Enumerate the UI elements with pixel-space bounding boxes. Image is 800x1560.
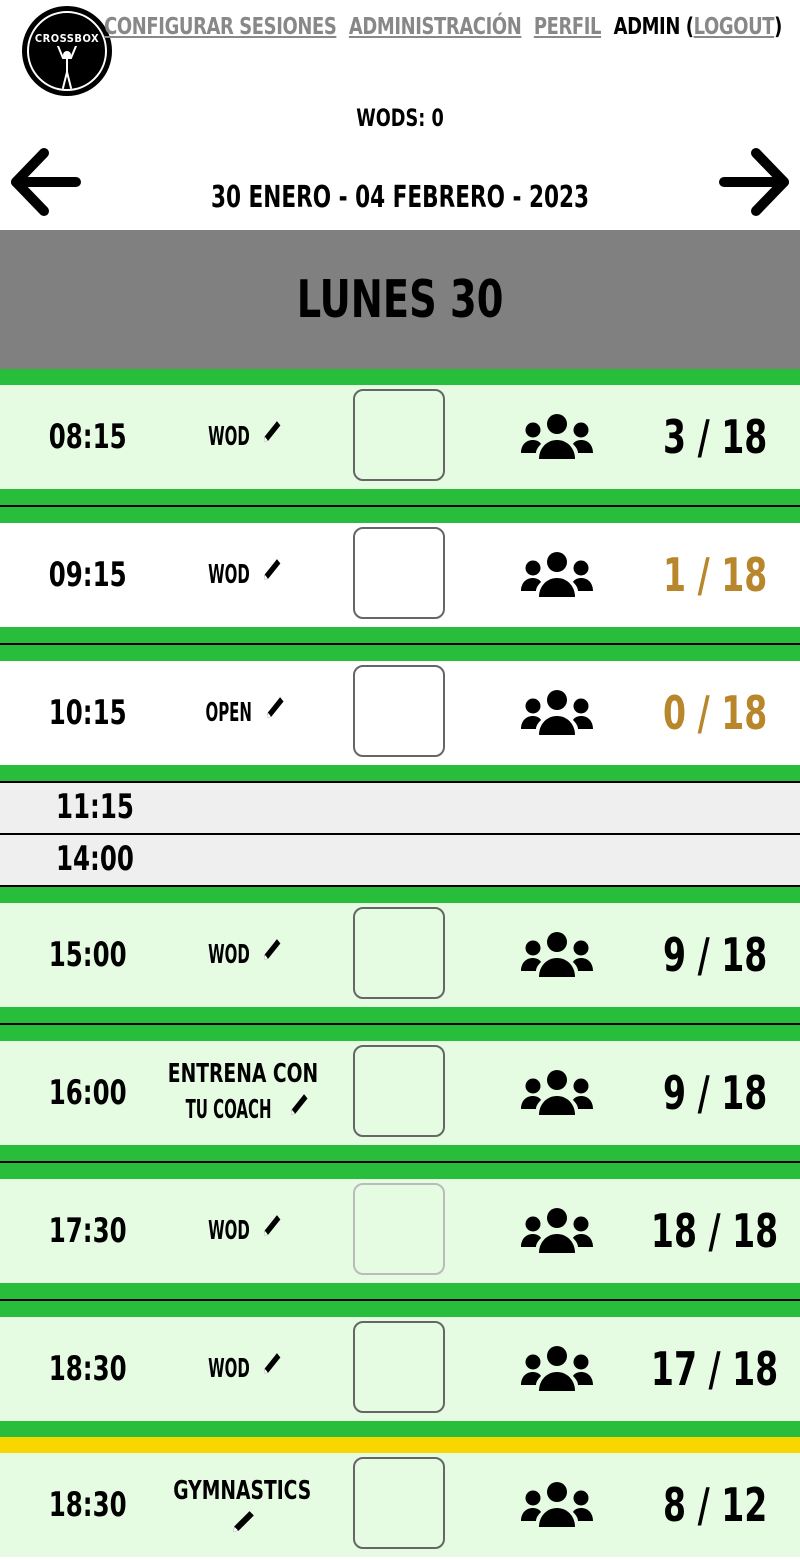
session-time: 09:15: [48, 555, 127, 595]
top-nav: CONFIGURAR SESIONES ADMINISTRACIÓN PERFI…: [104, 14, 782, 40]
session-time: 18:30: [48, 1485, 127, 1525]
nav-configurar-sesiones[interactable]: CONFIGURAR SESIONES: [104, 14, 337, 40]
empty-slot: 11:15: [0, 783, 800, 833]
pencil-icon[interactable]: [261, 419, 282, 445]
group-users-icon[interactable]: [520, 551, 594, 599]
arrow-left-icon[interactable]: [8, 146, 84, 218]
crossbox-logo[interactable]: CROSSBOX: [22, 6, 112, 96]
wods-counter: WODS: 0: [356, 104, 444, 132]
session-count: 9 / 18: [662, 928, 768, 982]
nav-perfil[interactable]: PERFIL: [534, 14, 602, 40]
user-info: ADMIN (LOGOUT): [613, 14, 783, 40]
empty-slot-time: 11:15: [56, 787, 134, 827]
session-row[interactable]: 17:30 WOD 18 / 18: [0, 1179, 800, 1283]
session-name: WOD: [207, 940, 250, 971]
pencil-icon[interactable]: [264, 695, 285, 721]
session-count: 18 / 18: [651, 1204, 779, 1258]
session-name-line2: TU COACH: [185, 1095, 272, 1125]
session-time: 10:15: [48, 693, 127, 733]
week-range: 30 ENERO - 04 FEBRERO - 2023: [210, 180, 590, 215]
session-checkbox[interactable]: [353, 1045, 445, 1137]
session-name: GYMNASTICS: [173, 1476, 312, 1507]
empty-slot: 14:00: [0, 835, 800, 885]
paren-close: ): [774, 14, 782, 40]
day-title: LUNES 30: [296, 269, 504, 330]
session-checkbox[interactable]: [353, 527, 445, 619]
group-users-icon[interactable]: [520, 1207, 594, 1255]
session-count: 1 / 18: [662, 548, 768, 602]
session-name-line1: ENTRENA CON: [167, 1059, 318, 1090]
header: CROSSBOX CONFIGURAR SESIONES ADMINISTRAC…: [0, 0, 800, 230]
session-name: OPEN: [205, 698, 253, 729]
logo-text: CROSSBOX: [34, 32, 100, 45]
pencil-icon[interactable]: [289, 1092, 310, 1118]
session-time: 18:30: [48, 1349, 127, 1389]
session-row[interactable]: 15:00 WOD 9 / 18: [0, 903, 800, 1007]
session-checkbox[interactable]: [353, 1183, 445, 1275]
session-time: 08:15: [48, 417, 127, 457]
session-row[interactable]: 18:30 GYMNASTICS 8 / 12: [0, 1453, 800, 1557]
session-count: 17 / 18: [651, 1342, 779, 1396]
day-header: LUNES 30: [0, 230, 800, 369]
session-time: 17:30: [48, 1211, 127, 1251]
session-checkbox[interactable]: [353, 1321, 445, 1413]
group-users-icon[interactable]: [520, 1481, 594, 1529]
session-row[interactable]: 09:15 WOD 1 / 18: [0, 523, 800, 627]
group-users-icon[interactable]: [520, 689, 594, 737]
session-name: WOD: [207, 1354, 250, 1385]
nav-administracion[interactable]: ADMINISTRACIÓN: [349, 14, 522, 40]
group-users-icon[interactable]: [520, 1069, 594, 1117]
session-checkbox[interactable]: [353, 665, 445, 757]
pencil-icon[interactable]: [261, 1351, 282, 1377]
session-row[interactable]: 16:00 ENTRENA CON TU COACH 9 / 18: [0, 1041, 800, 1145]
group-users-icon[interactable]: [520, 931, 594, 979]
session-name: WOD: [207, 1216, 250, 1247]
pencil-icon[interactable]: [261, 937, 282, 963]
session-time: 15:00: [48, 935, 127, 975]
logout-link[interactable]: LOGOUT: [694, 14, 775, 40]
session-row[interactable]: 08:15 WOD 3 / 18: [0, 385, 800, 489]
user-label: ADMIN (: [613, 14, 694, 40]
arrow-right-icon[interactable]: [716, 146, 792, 218]
session-count: 8 / 12: [662, 1478, 768, 1532]
empty-slot-time: 14:00: [56, 839, 134, 879]
session-checkbox[interactable]: [353, 907, 445, 999]
session-checkbox[interactable]: [353, 389, 445, 481]
session-row[interactable]: 10:15 OPEN 0 / 18: [0, 661, 800, 765]
session-checkbox[interactable]: [353, 1457, 445, 1549]
session-count: 3 / 18: [662, 410, 768, 464]
group-users-icon[interactable]: [520, 413, 594, 461]
group-users-icon[interactable]: [520, 1345, 594, 1393]
pencil-icon[interactable]: [261, 557, 282, 583]
pencil-icon[interactable]: [261, 1213, 282, 1239]
session-time: 16:00: [48, 1073, 127, 1113]
session-count: 9 / 18: [662, 1066, 768, 1120]
athlete-icon: [57, 46, 77, 89]
session-name: WOD: [207, 422, 250, 453]
session-name: WOD: [207, 560, 250, 591]
session-count: 0 / 18: [662, 686, 768, 740]
session-row[interactable]: 18:30 WOD 17 / 18: [0, 1317, 800, 1421]
pencil-icon[interactable]: [230, 1509, 256, 1535]
